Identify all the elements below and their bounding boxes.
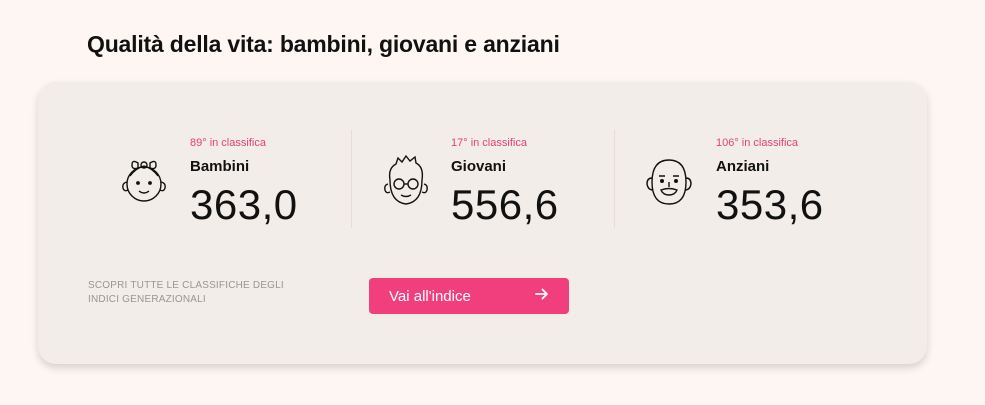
value-giovani: 556,6 [451, 181, 559, 228]
label-giovani: Giovani [451, 158, 507, 175]
value-anziani: 353,6 [716, 181, 824, 228]
young-face-glasses-icon [380, 152, 432, 212]
label-anziani: Anziani [716, 158, 770, 175]
elderly-face-icon [643, 152, 695, 212]
divider [614, 130, 615, 228]
stat-giovani: 17° in classifica Giovani 556,6 [378, 82, 608, 232]
baby-face-icon [118, 152, 170, 212]
label-bambini: Bambini [190, 158, 250, 175]
footer-description: Scopri tutte le classifiche degli indici… [88, 280, 284, 305]
arrow-right-icon [535, 288, 549, 304]
go-to-index-label: Vai all'indice [389, 287, 471, 305]
page-title: Qualità della vita: bambini, giovani e a… [87, 31, 560, 57]
divider [351, 130, 352, 228]
value-bambini: 363,0 [190, 181, 298, 228]
rank-bambini: 89° in classifica [190, 137, 266, 149]
rank-anziani: 106° in classifica [716, 137, 799, 149]
stat-bambini: 89° in classifica Bambini 363,0 [116, 82, 346, 232]
rank-giovani: 17° in classifica [451, 137, 527, 149]
stat-anziani: 106° in classifica Anziani 353,6 [643, 82, 873, 232]
go-to-index-button[interactable]: Vai all'indice [369, 278, 569, 314]
stats-card: 89° in classifica Bambini 363,0 17° in c… [38, 82, 927, 364]
